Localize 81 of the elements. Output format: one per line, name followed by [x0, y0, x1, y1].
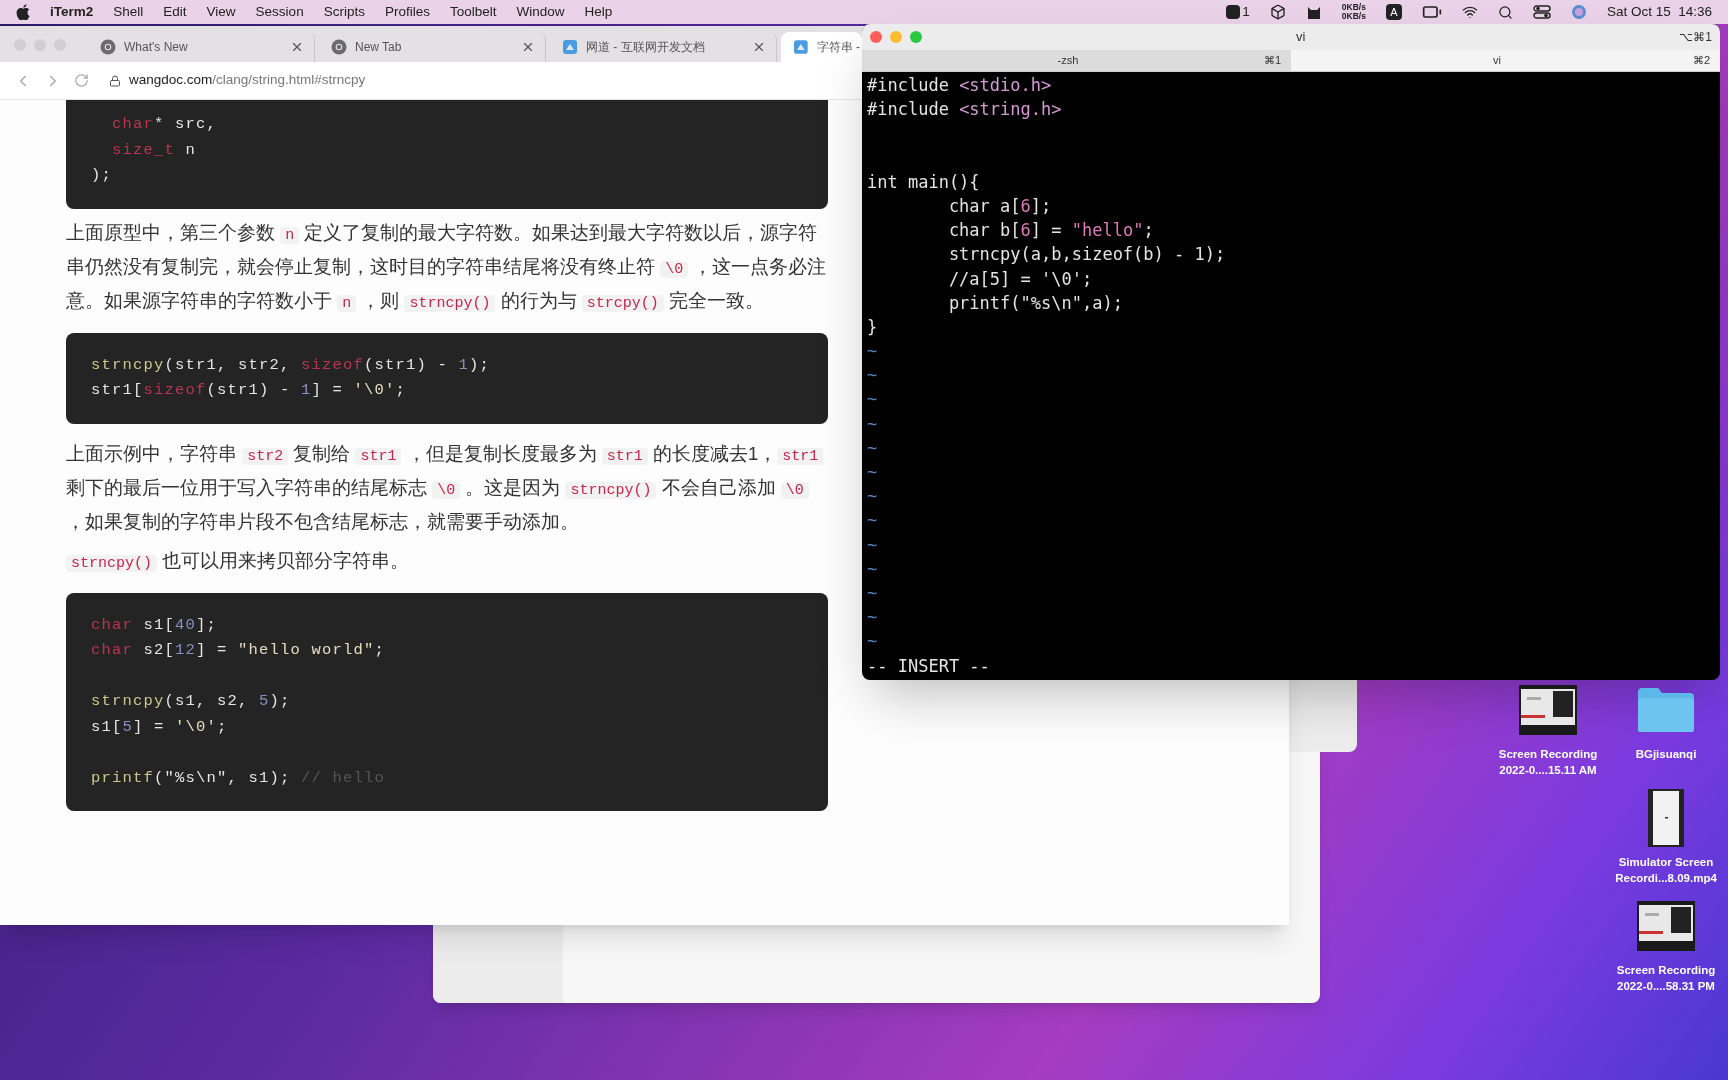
terminal-tab[interactable]: -zsh ⌘1 — [862, 50, 1291, 71]
app-menu[interactable]: iTerm2 — [50, 1, 94, 23]
menu-item[interactable]: Edit — [163, 1, 187, 23]
menu-item[interactable]: View — [206, 1, 236, 23]
menu-item[interactable]: Scripts — [323, 1, 365, 23]
terminal-tab[interactable]: vi ⌘2 — [1291, 50, 1720, 71]
status-badge[interactable]: 1 — [1226, 1, 1250, 23]
empty-line-marker: ~ — [867, 412, 878, 436]
desktop-icon-label[interactable]: Screen Recording 2022-0....58.31 PM — [1616, 962, 1716, 994]
menu-item[interactable]: Toolbelt — [449, 1, 497, 23]
file-thumbnail-icon — [1648, 789, 1684, 847]
code-line: printf("%s\n",a); — [947, 291, 1123, 315]
window-title: vi — [1294, 28, 1307, 47]
empty-line-marker: ~ — [867, 630, 878, 654]
close-icon[interactable] — [752, 40, 766, 54]
code-line: #include <string.h> — [867, 98, 1062, 122]
globe-icon — [100, 39, 116, 55]
code-line: //a[5] = '\0'; — [947, 267, 1093, 291]
code-line: ); — [91, 165, 112, 186]
code-line: #include <stdio.h> — [867, 74, 1052, 97]
empty-line-marker: ~ — [867, 533, 878, 557]
empty-line-marker: ~ — [867, 606, 878, 630]
wifi-icon[interactable] — [1461, 4, 1478, 20]
globe-icon — [331, 39, 347, 55]
code-line: char s1[40]; — [91, 614, 218, 636]
code-line: char a[6]; — [947, 194, 1052, 218]
close-window-control[interactable] — [870, 31, 882, 43]
menu-item[interactable]: Help — [584, 1, 613, 23]
empty-line-marker: ~ — [867, 364, 878, 388]
document-icon — [562, 39, 578, 55]
paragraph: 上面示例中，字符串 str2 复制给 str1 ，但是复制长度最多为 str1 的长度减去1， str1 剩下的最后一位用于写入字符串的结尾标志 \0 。这是因为 strncpy() 不会自己添加 \0 ，如果复制的字符串片段不包含结尾标志，就需要手动添加。 — [66, 437, 828, 537]
clock[interactable]: Sat Oct 15 14:36 — [1606, 1, 1712, 23]
empty-line-marker: ~ — [867, 485, 878, 509]
desktop-icon-label[interactable]: Simulator Screen Recordi...8.09.mp4 — [1615, 854, 1717, 886]
browser-tab[interactable]: What's New — [88, 32, 315, 62]
cat-icon[interactable] — [1305, 4, 1322, 20]
file-thumbnail-icon — [1637, 901, 1695, 951]
close-icon[interactable] — [521, 40, 535, 54]
window-shortcut: ⌥⌘1 — [1679, 29, 1712, 46]
code-line: char* src, — [111, 114, 218, 135]
browser-tab[interactable]: New Tab — [319, 32, 546, 62]
vim-mode: -- INSERT -- — [867, 654, 990, 678]
code-line: } — [867, 315, 878, 339]
file-thumbnail-icon — [1519, 685, 1577, 735]
upload-speed: 0KB/s — [1341, 3, 1366, 12]
desktop-icon-label[interactable]: Screen Recording 2022-0....15.11 AM — [1498, 746, 1598, 778]
folder-icon — [1636, 686, 1696, 734]
document-icon — [793, 39, 809, 55]
paragraph: 上面原型中，第三个参数 n 定义了复制的最大字符数。如果达到最大字符数以后，源字符串仍然没有复制完，就会停止复制，这时目的字符串结尾将没有终止符 \0 ，这一点务必注意。如果源字符串的字符数小于 n ，则 strncpy() 的行为与 strcpy() 完全一致。 — [66, 220, 828, 314]
close-icon[interactable] — [290, 40, 304, 54]
empty-line-marker: ~ — [867, 388, 878, 412]
menu-item[interactable]: Window — [516, 1, 565, 23]
download-speed: 0KB/s — [1341, 12, 1366, 21]
cube-icon[interactable] — [1269, 4, 1286, 20]
address-bar[interactable]: wangdoc.com/clang/string.html#strncpy — [109, 70, 366, 91]
empty-line-marker: ~ — [867, 509, 878, 533]
keyboard-layout[interactable]: A — [1385, 4, 1402, 20]
menu-item[interactable]: Session — [255, 1, 304, 23]
empty-line-marker: ~ — [867, 340, 878, 364]
code-line: char s2[12] = "hello world"; — [91, 640, 386, 661]
code-line: str1[sizeof(str1) - 1] = '\0'; — [91, 380, 407, 401]
empty-line-marker: ~ — [867, 557, 878, 581]
menu-item[interactable]: Shell — [113, 1, 144, 23]
empty-line-marker: ~ — [867, 581, 878, 605]
browser-tab[interactable]: 字符串 - — [781, 32, 862, 62]
code-line: strncpy(str1, str2, sizeof(str1) - 1); — [91, 354, 491, 376]
code-line: char b[6] = "hello"; — [947, 219, 1154, 243]
empty-line-marker: ~ — [867, 461, 878, 484]
code-line: size_t n — [111, 139, 197, 161]
code-line: int main(){ — [867, 170, 980, 194]
menu-item[interactable]: Profiles — [384, 1, 430, 23]
search-icon[interactable] — [1497, 4, 1513, 20]
code-line: strncpy(a,b,sizeof(b) - 1); — [947, 243, 1226, 267]
empty-line-marker: ~ — [867, 436, 878, 460]
apple-logo-icon[interactable] — [16, 4, 30, 20]
desktop-icon-label[interactable]: BGjisuanqi — [1635, 746, 1697, 762]
code-line: s1[5] = '\0'; — [91, 716, 228, 738]
code-line: strncpy(s1, s2, 5); — [91, 691, 291, 712]
toggle-icon[interactable] — [1532, 5, 1551, 19]
browser-tab[interactable]: 网道 - 互联网开发文档 — [550, 32, 777, 62]
paragraph: strncpy() 也可以用来拷贝部分字符串。 — [66, 544, 828, 579]
